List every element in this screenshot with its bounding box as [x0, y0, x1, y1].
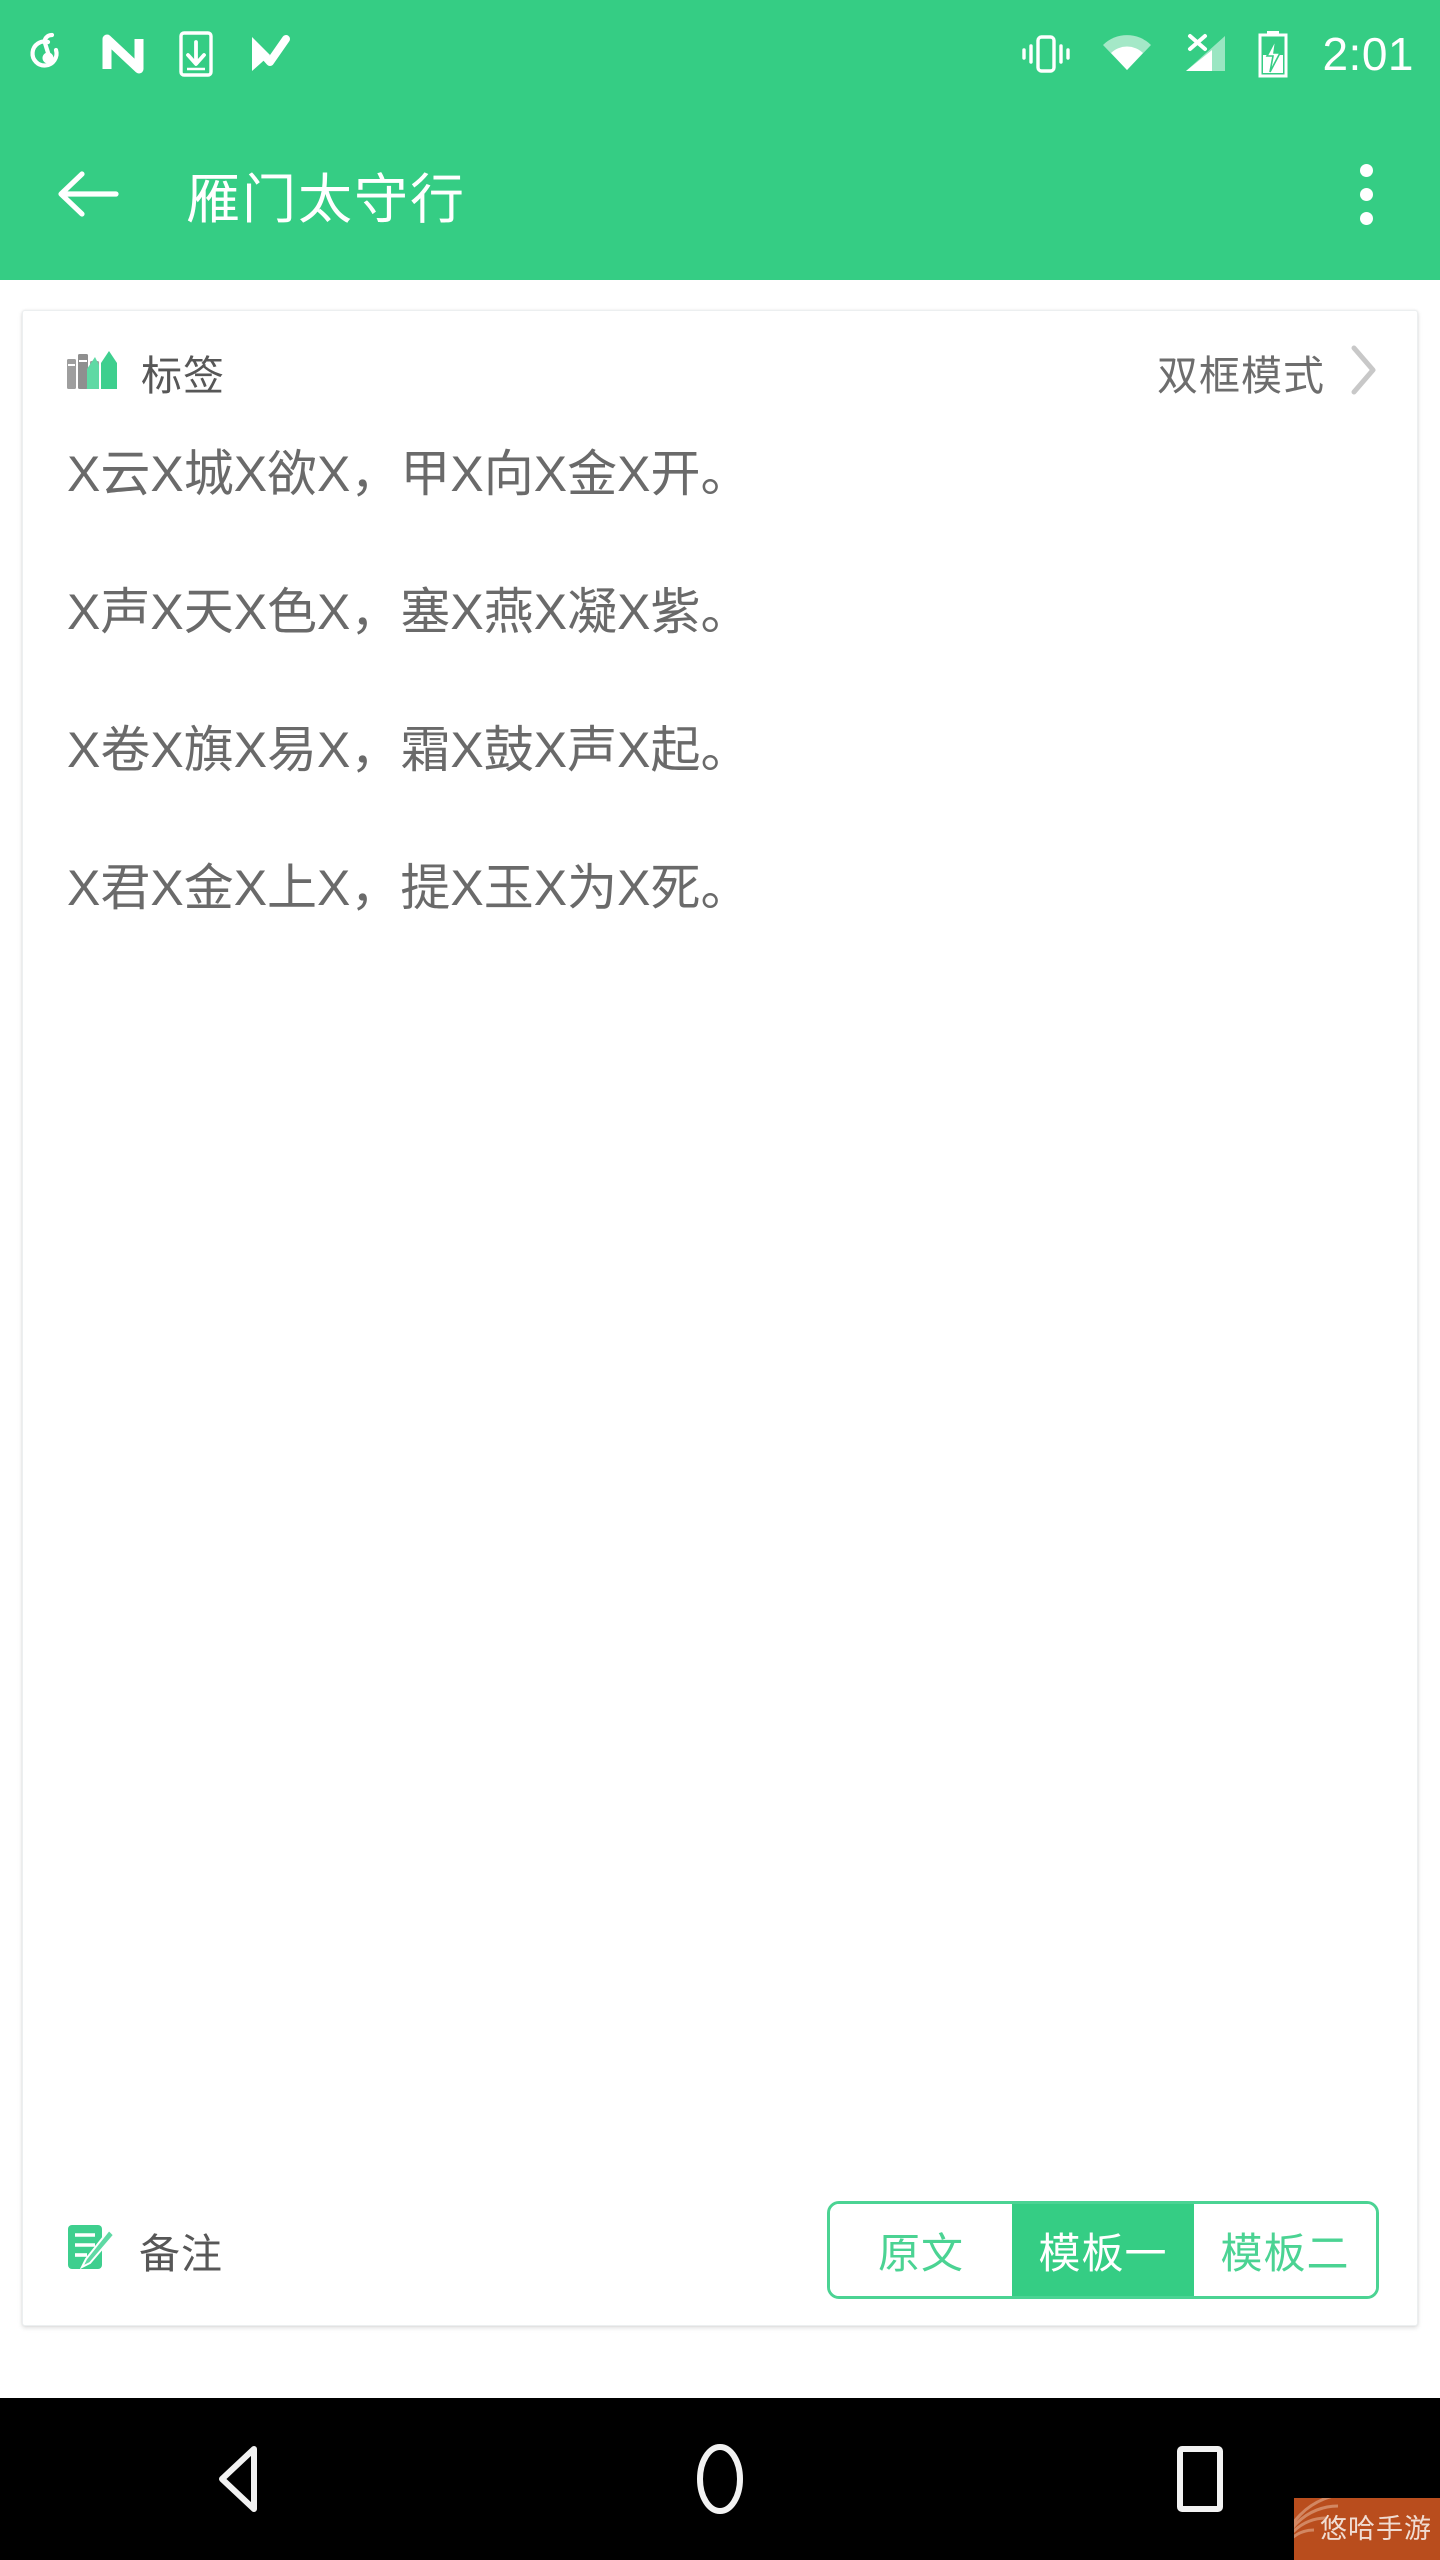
status-bar-clock: 2:01 — [1322, 28, 1414, 80]
note-edit-icon — [65, 2222, 117, 2279]
status-bar: 2:01 — [0, 0, 1440, 108]
poem-text-area[interactable]: X云X城X欲X，甲X向X金X开。 X声X天X色X，塞X燕X凝X紫。 X卷X旗X易… — [23, 433, 1417, 2175]
watermark: 悠哈手游 — [1294, 2498, 1440, 2560]
dual-pane-mode-label: 双框模式 — [1157, 353, 1325, 399]
card-header: 标签 双框模式 — [23, 311, 1417, 433]
netease-music-icon — [26, 31, 70, 77]
nav-back-button[interactable] — [0, 2398, 480, 2560]
system-navigation-bar — [0, 2398, 1440, 2560]
segment-template-two[interactable]: 模板二 — [1194, 2204, 1376, 2296]
nav-home-button[interactable] — [480, 2398, 960, 2560]
nav-home-circle-icon — [697, 2444, 743, 2514]
poem-line: X君X金X上X，提X玉X为X死。 — [67, 860, 751, 916]
checkmark-flag-icon — [246, 31, 292, 77]
poem-card: 标签 双框模式 X云X城X欲X，甲X向X金X开。 X声X天X色X，塞X燕X凝X紫… — [22, 310, 1418, 2326]
nfc-icon — [100, 31, 146, 77]
books-icon — [65, 345, 119, 400]
wifi-icon — [1100, 33, 1154, 75]
poem-line: X云X城X欲X，甲X向X金X开。 — [67, 446, 751, 502]
card-footer: 备注 原文 模板一 模板二 — [23, 2175, 1417, 2325]
app-bar: 雁门太守行 — [0, 108, 1440, 280]
poem-line: X卷X旗X易X，霜X鼓X声X起。 — [67, 722, 751, 778]
segment-original[interactable]: 原文 — [830, 2204, 1012, 2296]
page-title: 雁门太守行 — [186, 169, 466, 230]
chevron-right-icon — [1347, 343, 1379, 402]
dual-pane-mode-button[interactable]: 双框模式 — [1157, 342, 1379, 402]
nav-back-triangle-icon — [219, 2446, 257, 2512]
notes-label: 备注 — [139, 2231, 223, 2277]
nav-recents-square-icon — [1177, 2446, 1223, 2512]
template-segmented-control: 原文 模板一 模板二 — [827, 2201, 1379, 2299]
watermark-text: 悠哈手游 — [1320, 2513, 1432, 2544]
tags-label: 标签 — [141, 353, 225, 399]
download-to-phone-icon — [176, 30, 216, 78]
vibrate-icon — [1018, 32, 1074, 76]
segment-template-one[interactable]: 模板一 — [1012, 2204, 1194, 2296]
battery-charging-icon — [1256, 30, 1290, 78]
overflow-menu-button[interactable] — [1326, 148, 1406, 240]
phone-screen: 2:01 雁门太守行 标签 双框模式 X云X城X欲X，甲X向X金X开。 X声X天… — [0, 0, 1440, 2560]
arrow-left-icon — [58, 171, 119, 217]
more-vertical-icon — [1359, 187, 1373, 201]
notes-button[interactable]: 备注 — [65, 2220, 223, 2280]
more-vertical-icon — [1359, 163, 1373, 177]
poem-line: X声X天X色X，塞X燕X凝X紫。 — [67, 584, 751, 640]
status-bar-right-icons: 2:01 — [1018, 27, 1414, 81]
signal-off-icon — [1180, 32, 1230, 76]
back-button[interactable] — [50, 155, 128, 233]
status-bar-left-icons — [26, 30, 292, 78]
tags-button[interactable]: 标签 — [65, 342, 225, 402]
more-vertical-icon — [1359, 211, 1373, 225]
